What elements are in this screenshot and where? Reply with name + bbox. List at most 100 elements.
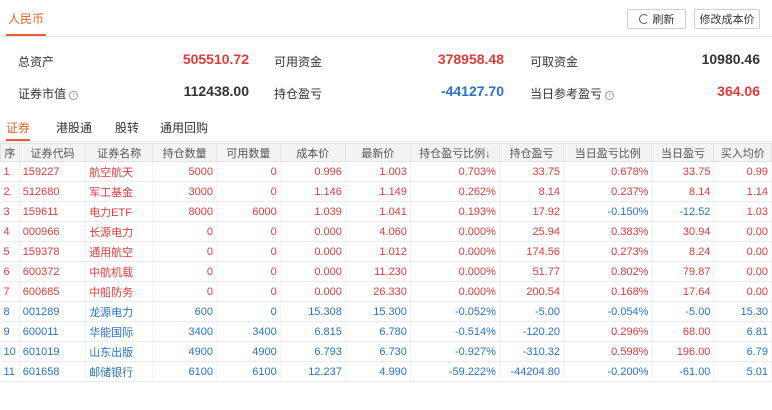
cell-n: 8 bbox=[0, 301, 20, 322]
cell-dpct: 0.678% bbox=[563, 161, 653, 182]
cell-name: 龙源电力 bbox=[85, 301, 154, 322]
cell-avg: 1.03 bbox=[713, 201, 772, 222]
cell-avail: 0 bbox=[216, 241, 281, 262]
cell-avail: 0 bbox=[216, 161, 281, 182]
info-icon[interactable]: i bbox=[605, 91, 615, 100]
cell-dpl: 33.75 bbox=[651, 161, 715, 182]
tab-hk-connect[interactable]: 港股通 bbox=[56, 119, 92, 136]
tab-general-repo[interactable]: 通用回购 bbox=[160, 119, 208, 136]
table-row[interactable]: 9 600011 华能国际 3400 3400 6.815 6.780 -0.514% -120… bbox=[0, 321, 772, 342]
position-pl-value: -44127.70 bbox=[440, 83, 504, 99]
col-header-available[interactable]: 可用数量 bbox=[216, 143, 281, 162]
cell-plpct: -59.222% bbox=[410, 361, 500, 382]
cell-avg: 0.00 bbox=[713, 221, 772, 242]
refresh-icon bbox=[638, 14, 649, 24]
cell-n: 11 bbox=[0, 361, 20, 382]
table-header-row: 序 证券代码 证券名称 持仓数量 可用数量 成本价 最新价 持仓盈亏比例↓ 持仓… bbox=[0, 143, 772, 162]
table-row[interactable]: 4 000966 长源电力 0 0 0.000 4.060 0.000% 25.94 0.383%… bbox=[0, 221, 772, 242]
cell-qty: 600 bbox=[152, 301, 218, 322]
cell-last: 4.060 bbox=[345, 221, 411, 242]
refresh-label: 刷新 bbox=[652, 14, 675, 26]
total-assets-label: 总资产 bbox=[18, 55, 55, 69]
cell-dpl: 8.14 bbox=[651, 181, 715, 202]
refresh-button[interactable]: 刷新 bbox=[627, 9, 686, 29]
table-row[interactable]: 10 601019 山东出版 4900 4900 6.793 6.730 -0.927% -31… bbox=[0, 341, 772, 362]
col-header-pl-pct[interactable]: 持仓盈亏比例↓ bbox=[409, 143, 500, 162]
cell-cost: 15.308 bbox=[280, 301, 346, 322]
cell-plpct: 0.262% bbox=[410, 181, 500, 202]
cell-avail: 0 bbox=[216, 221, 281, 242]
cell-avg: 0.00 bbox=[713, 281, 772, 302]
table-row[interactable]: 11 601658 邮储银行 6100 6100 12.237 4.990 -59.222% -… bbox=[0, 361, 772, 382]
cell-cost: 6.793 bbox=[280, 341, 346, 362]
cell-dpl: 17.64 bbox=[651, 281, 715, 302]
cell-avail: 0 bbox=[216, 181, 281, 202]
col-header-daily-pl[interactable]: 当日盈亏 bbox=[651, 143, 715, 162]
market-value-label-text: 证券市值 bbox=[18, 87, 67, 101]
table-row[interactable]: 6 600372 中航机载 0 0 0.000 11.230 0.000% 51.77 0.802… bbox=[0, 261, 772, 282]
cell-last: 15.300 bbox=[345, 301, 411, 322]
cell-cost: 12.237 bbox=[280, 361, 346, 382]
cell-last: 4.990 bbox=[345, 361, 411, 382]
tab-neeq[interactable]: 股转 bbox=[115, 119, 139, 136]
cell-plpct: -0.514% bbox=[410, 321, 500, 342]
cell-code: 601019 bbox=[19, 341, 87, 362]
col-header-daily-pl-pct[interactable]: 当日盈亏比例 bbox=[563, 143, 653, 162]
edit-cost-button[interactable]: 修改成本价 bbox=[694, 9, 760, 29]
table-row[interactable]: 3 159611 电力ETF 8000 6000 1.039 1.041 0.193% 17.9… bbox=[0, 201, 772, 222]
market-value-value: 112438.00 bbox=[183, 83, 249, 99]
cell-avail: 4900 bbox=[216, 341, 281, 362]
cell-qty: 3400 bbox=[152, 321, 218, 342]
cell-dpct: 0.598% bbox=[563, 341, 653, 362]
cell-dpct: -0.054% bbox=[563, 301, 653, 322]
cell-pl: 17.92 bbox=[499, 201, 565, 222]
table-row[interactable]: 5 159378 通用航空 0 0 0.000 1.012 0.000% 174.56 0.273… bbox=[0, 241, 772, 262]
cell-cost: 0.000 bbox=[280, 261, 346, 282]
cell-pl: 200.54 bbox=[499, 281, 565, 302]
cell-code: 159227 bbox=[19, 161, 87, 182]
currency-tab-cny[interactable]: 人民币 bbox=[8, 10, 44, 27]
col-header-last[interactable]: 最新价 bbox=[344, 143, 411, 162]
cell-name: 长源电力 bbox=[85, 221, 154, 242]
positions-table-body: 1 159227 航空航天 5000 0 0.996 1.003 0.703% 33.75 0.6… bbox=[0, 161, 772, 382]
col-header-name[interactable]: 证券名称 bbox=[85, 143, 154, 162]
info-icon[interactable]: i bbox=[69, 91, 79, 100]
cell-last: 6.730 bbox=[345, 341, 411, 362]
positions-table: 序 证券代码 证券名称 持仓数量 可用数量 成本价 最新价 持仓盈亏比例↓ 持仓… bbox=[0, 143, 772, 382]
cell-plpct: 0.703% bbox=[410, 161, 500, 182]
table-row[interactable]: 7 600685 中船防务 0 0 0.000 26.330 0.000% 200.54 0.16… bbox=[0, 281, 772, 302]
cell-plpct: 0.000% bbox=[410, 261, 500, 282]
cell-n: 2 bbox=[0, 181, 20, 202]
cell-code: 600372 bbox=[19, 261, 87, 282]
cell-pl: -120.20 bbox=[499, 321, 565, 342]
cell-cost: 0.000 bbox=[280, 221, 346, 242]
cell-last: 1.149 bbox=[345, 181, 411, 202]
table-row[interactable]: 1 159227 航空航天 5000 0 0.996 1.003 0.703% 33.75 0.6… bbox=[0, 161, 772, 182]
tab-securities[interactable]: 证券 bbox=[6, 119, 30, 136]
cell-cost: 1.039 bbox=[280, 201, 346, 222]
cell-dpct: 0.802% bbox=[563, 261, 653, 282]
col-header-qty[interactable]: 持仓数量 bbox=[152, 143, 218, 162]
cell-last: 6.780 bbox=[345, 321, 411, 342]
total-assets-value: 505510.72 bbox=[182, 51, 249, 67]
table-row[interactable]: 2 512680 军工基金 3000 0 1.146 1.149 0.262% 8.14 0.23… bbox=[0, 181, 772, 202]
col-header-pl[interactable]: 持仓盈亏 bbox=[498, 143, 565, 162]
available-funds-label: 可用资金 bbox=[274, 55, 323, 69]
cell-dpl: -5.00 bbox=[651, 301, 715, 322]
table-row[interactable]: 8 001289 龙源电力 600 0 15.308 15.300 -0.052% -5.00-… bbox=[0, 301, 772, 322]
cell-dpct: -0.200% bbox=[563, 361, 653, 382]
col-header-cost[interactable]: 成本价 bbox=[279, 143, 346, 162]
cell-cost: 6.815 bbox=[280, 321, 346, 342]
position-pl-label: 持仓盈亏 bbox=[274, 87, 323, 101]
col-header-index[interactable]: 序 bbox=[0, 143, 20, 162]
col-header-code[interactable]: 证券代码 bbox=[18, 143, 87, 162]
cell-dpct: 0.296% bbox=[563, 321, 653, 342]
cell-code: 512680 bbox=[19, 181, 87, 202]
cell-n: 5 bbox=[0, 241, 20, 262]
cell-cost: 0.996 bbox=[280, 161, 346, 182]
cell-cost: 0.000 bbox=[280, 281, 346, 302]
cell-n: 4 bbox=[0, 221, 20, 242]
currency-tab-indicator bbox=[6, 34, 46, 36]
col-header-avg-buy[interactable]: 买入均价 bbox=[713, 143, 772, 162]
cell-dpct: 0.168% bbox=[563, 281, 653, 302]
